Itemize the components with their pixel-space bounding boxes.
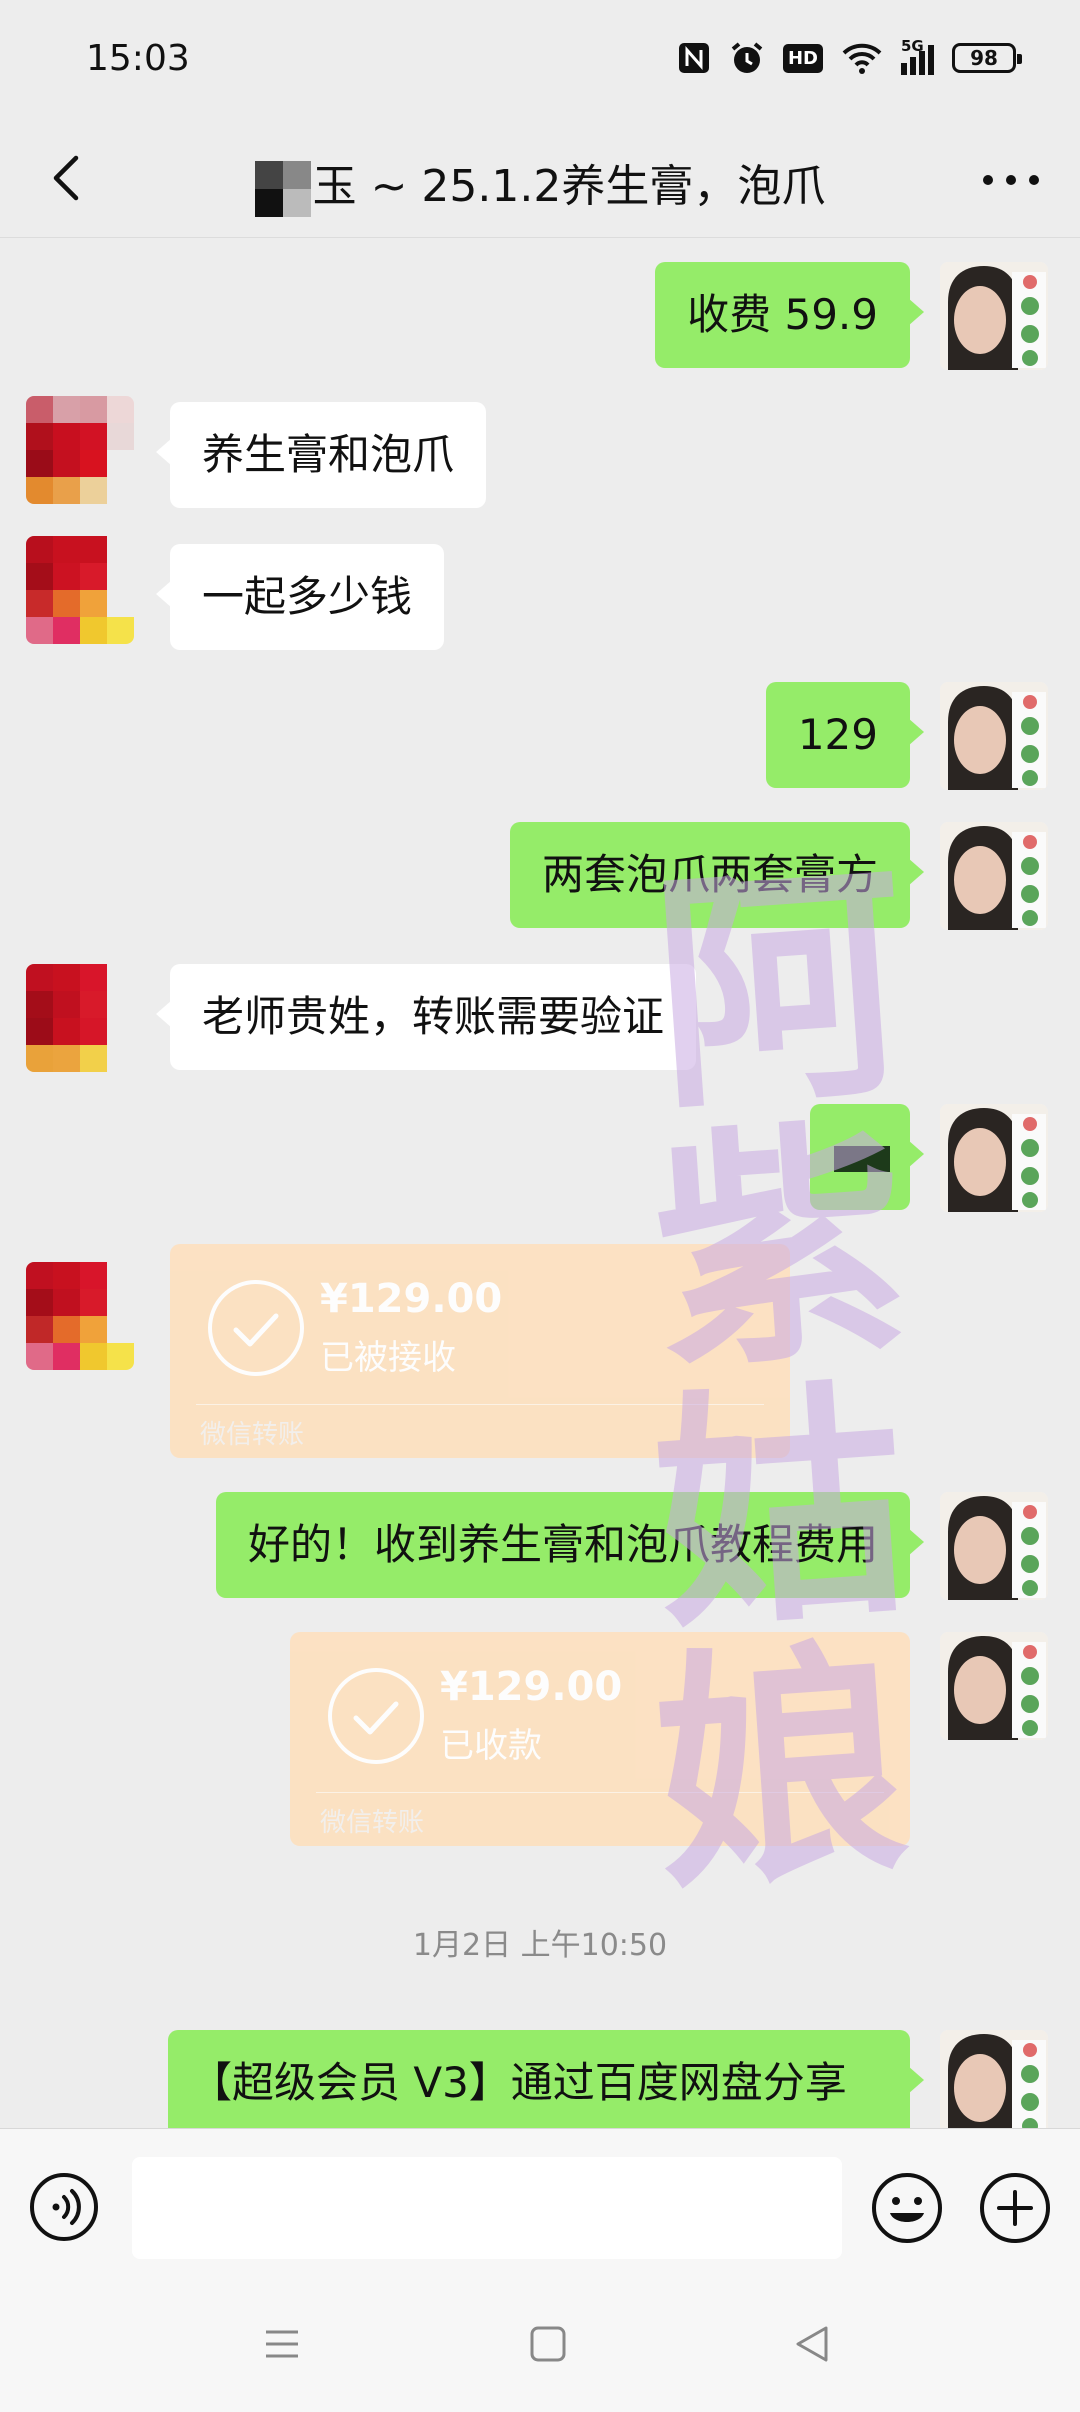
check-circle-icon [208, 1280, 304, 1376]
message-text: 好的！收到养生膏和泡爪教程费用 [247, 1520, 878, 1569]
voice-input-icon[interactable] [28, 2171, 100, 2243]
message-bubble-incoming[interactable]: 一起多少钱 [155, 544, 445, 650]
transfer-amount: ¥129.00 [440, 1664, 623, 1710]
alarm-icon [731, 42, 763, 73]
check-circle-icon [328, 1668, 424, 1764]
battery-level: 98 [970, 46, 998, 70]
message-text: 养生膏和泡爪 [202, 430, 455, 479]
chat-title-text: 玉 ~ 25.1.2养生膏，泡爪 [312, 161, 826, 212]
transfer-card-sent[interactable]: ¥129.00 已收款 微信转账 [290, 1632, 910, 1846]
chat-title[interactable]: 玉 ~ 25.1.2养生膏，泡爪 [0, 150, 1080, 217]
contact-avatar[interactable] [26, 964, 134, 1072]
redaction-block [834, 1146, 890, 1172]
recent-apps-icon[interactable] [262, 2324, 302, 2364]
message-text: 129 [797, 710, 878, 759]
self-avatar[interactable] [940, 822, 1048, 930]
message-bubble-outgoing[interactable]: 【超级会员 V3】通过百度网盘分享 [168, 2030, 924, 2128]
message-text: 老师贵姓，转账需要验证 [202, 992, 665, 1041]
transfer-divider [316, 1792, 884, 1793]
contact-avatar[interactable] [26, 1262, 134, 1370]
hd-icon: HD [782, 43, 823, 73]
transfer-card-received[interactable]: ¥129.00 已被接收 微信转账 [170, 1244, 790, 1458]
transfer-divider [196, 1404, 764, 1405]
message-list[interactable]: 收费 59.9 养生膏和泡爪 一起多少钱 129 两套泡爪两套膏方 老师贵姓，转… [0, 238, 1080, 2128]
message-bubble-outgoing-redacted[interactable] [810, 1104, 924, 1210]
network-type: 5G [901, 37, 924, 55]
status-icons: HD 5G 98 [677, 37, 1022, 76]
self-avatar[interactable] [940, 262, 1048, 370]
message-text: 两套泡爪两套膏方 [541, 850, 878, 899]
message-bubble-outgoing[interactable]: 129 [765, 682, 925, 788]
self-avatar[interactable] [940, 1104, 1048, 1212]
transfer-source: 微信转账 [320, 1808, 425, 1838]
system-back-icon[interactable] [792, 2324, 832, 2364]
battery-icon: 98 [952, 43, 1022, 73]
message-timestamp: 1月2日 上午10:50 [412, 1928, 668, 1963]
transfer-amount: ¥129.00 [320, 1276, 503, 1322]
input-bar [0, 2128, 1080, 2284]
self-avatar[interactable] [940, 1632, 1048, 1740]
self-avatar[interactable] [940, 682, 1048, 790]
contact-avatar[interactable] [26, 536, 134, 644]
message-text: 收费 59.9 [687, 290, 878, 339]
message-bubble-outgoing[interactable]: 两套泡爪两套膏方 [509, 822, 925, 928]
redacted-name-mosaic [254, 161, 311, 217]
chat-header: 玉 ~ 25.1.2养生膏，泡爪 [0, 120, 1080, 238]
system-navigation-bar [0, 2284, 1080, 2412]
signal-indicator: 5G [901, 37, 934, 75]
message-bubble-outgoing[interactable]: 好的！收到养生膏和泡爪教程费用 [215, 1492, 925, 1598]
nfc-icon [678, 43, 709, 73]
message-input[interactable] [132, 2157, 842, 2259]
home-icon[interactable] [528, 2324, 568, 2364]
emoji-icon[interactable] [870, 2171, 944, 2245]
contact-avatar[interactable] [26, 396, 134, 504]
transfer-status: 已收款 [440, 1726, 542, 1766]
self-avatar[interactable] [940, 2030, 1048, 2128]
message-bubble-incoming[interactable]: 老师贵姓，转账需要验证 [155, 964, 697, 1070]
message-text: 【超级会员 V3】通过百度网盘分享 [190, 2058, 847, 2107]
more-actions-plus-icon[interactable] [978, 2171, 1052, 2245]
message-bubble-incoming[interactable]: 养生膏和泡爪 [155, 402, 487, 508]
transfer-source: 微信转账 [200, 1420, 305, 1450]
wifi-icon [842, 43, 882, 74]
status-time: 15:03 [86, 38, 190, 79]
message-bubble-outgoing[interactable]: 收费 59.9 [655, 262, 924, 368]
status-bar: 15:03 HD 5G 98 [0, 0, 1080, 120]
more-options-icon[interactable] [976, 160, 1046, 200]
self-avatar[interactable] [940, 1492, 1048, 1600]
transfer-status: 已被接收 [320, 1338, 456, 1378]
message-text: 一起多少钱 [202, 572, 413, 621]
